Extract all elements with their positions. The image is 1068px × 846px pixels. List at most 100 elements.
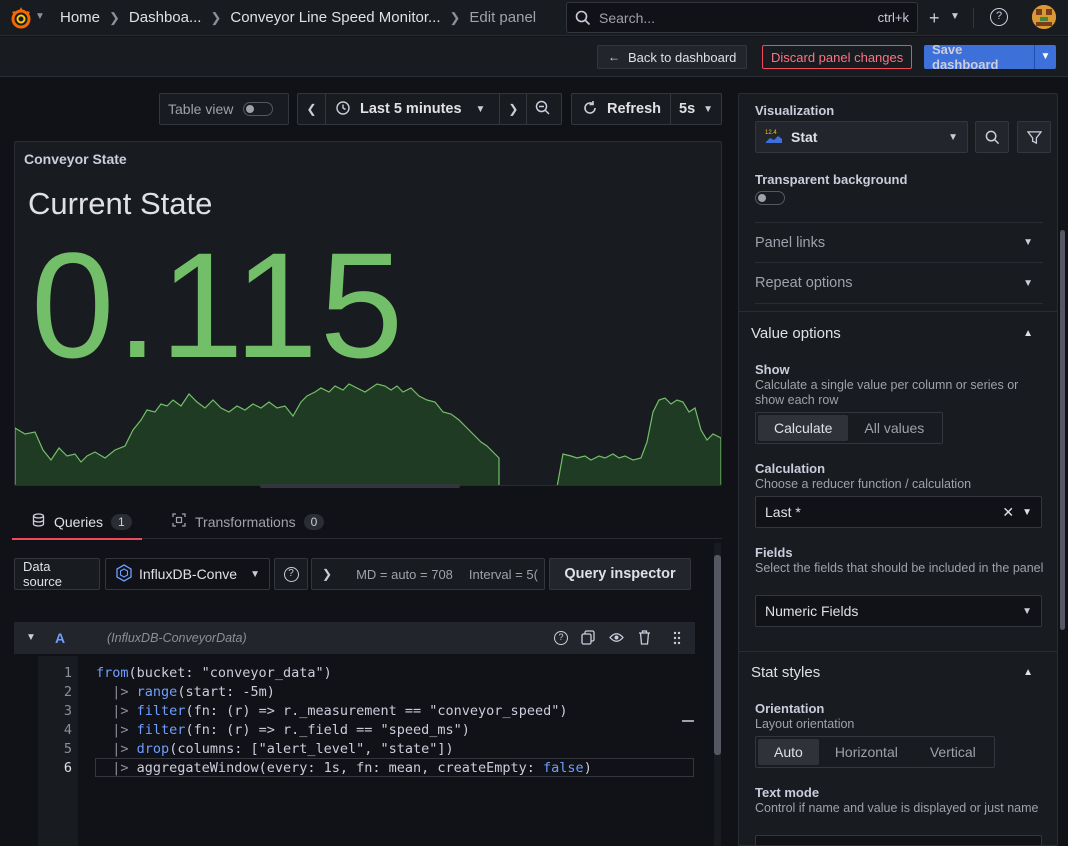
options-scrollbar[interactable]	[1059, 168, 1066, 846]
visualization-label: Visualization	[755, 103, 835, 118]
search-options-button[interactable]	[975, 121, 1009, 153]
datasource-help-button[interactable]: ?	[274, 558, 308, 590]
chevron-down-icon[interactable]: ▼	[703, 104, 713, 115]
chevron-up-icon: ▲	[1023, 667, 1033, 678]
query-tabs: Queries 1 Transformations 0	[12, 505, 722, 540]
chevron-down-icon: ▼	[1023, 237, 1033, 248]
toggle-switch[interactable]	[243, 102, 274, 116]
repeat-options-label: Repeat options	[755, 275, 853, 291]
copy-icon[interactable]	[581, 630, 595, 648]
avatar[interactable]	[1032, 5, 1056, 29]
eye-icon[interactable]	[609, 631, 624, 647]
fields-description: Select the fields that should be include…	[755, 561, 1044, 575]
chevron-right-icon[interactable]: ❯	[499, 94, 528, 124]
chevron-left-icon[interactable]: ❮	[298, 94, 326, 124]
tab-transformations[interactable]: Transformations 0	[172, 513, 325, 530]
queries-scrollbar[interactable]	[714, 543, 721, 846]
show-description: Calculate a single value per column or s…	[755, 378, 1019, 407]
show-label: Show	[755, 362, 790, 377]
clear-icon[interactable]: ✕	[1002, 504, 1014, 521]
tab-queries[interactable]: Queries 1	[12, 513, 142, 540]
stat-styles-label: Stat styles	[751, 664, 821, 681]
discard-button-label: Discard panel changes	[771, 49, 904, 65]
code-editor[interactable]: 1 2 3 4 5 6 from(bucket: "conveyor_data"…	[14, 656, 695, 846]
stat-styles-header[interactable]: Stat styles ▲	[751, 664, 1043, 681]
panel-links-label: Panel links	[755, 234, 826, 251]
value-options-label: Value options	[751, 325, 841, 342]
show-option-calculate[interactable]: Calculate	[758, 415, 849, 441]
calculation-description: Choose a reducer function / calculation	[755, 477, 972, 491]
breadcrumb-home[interactable]: Home	[60, 9, 100, 26]
refresh-button[interactable]: Refresh	[607, 101, 661, 117]
fields-value: Numeric Fields	[765, 603, 859, 619]
text-mode-select[interactable]	[755, 835, 1042, 845]
filter-icon	[1026, 130, 1042, 144]
fields-label: Fields	[755, 545, 793, 560]
table-view-label: Table view	[168, 101, 234, 117]
datasource-label-box: Data source	[14, 558, 100, 590]
scrollbar-thumb[interactable]	[1060, 230, 1065, 630]
chevron-down-icon: ▼	[1022, 506, 1032, 518]
zoom-out-icon[interactable]	[527, 100, 559, 119]
query-ref-id[interactable]: A	[55, 630, 65, 646]
transparent-background-toggle[interactable]	[755, 191, 785, 205]
search-input[interactable]: Search... ctrl+k	[566, 2, 918, 33]
query-inspector-button[interactable]: Query inspector	[549, 558, 691, 590]
save-dashboard-button[interactable]: Save dashboard ▼	[924, 42, 1056, 72]
panel-title: Conveyor State	[24, 151, 127, 167]
query-options-bar[interactable]: ❯ MD = auto = 708 Interval = 5(	[311, 558, 545, 590]
chevron-down-icon[interactable]: ▼	[35, 11, 45, 22]
orientation-description: Layout orientation	[755, 717, 855, 731]
trash-icon[interactable]	[638, 630, 651, 648]
visualization-picker[interactable]: 12.4 Stat ▼	[755, 121, 968, 153]
help-icon[interactable]: ?	[554, 631, 568, 645]
search-icon	[575, 10, 591, 25]
grafana-logo-icon[interactable]	[8, 5, 34, 31]
breadcrumb: Home ❯ Dashboa... ❯ Conveyor Line Speed …	[60, 9, 536, 26]
search-icon	[985, 130, 999, 144]
discard-panel-changes-button[interactable]: Discard panel changes	[762, 45, 913, 69]
table-view-toggle[interactable]: Table view	[159, 93, 289, 125]
help-icon: ?	[283, 566, 299, 582]
panel-links-section[interactable]: Panel links ▼	[755, 222, 1043, 263]
help-icon[interactable]: ?	[990, 8, 1008, 26]
chevron-up-icon: ▲	[1023, 328, 1033, 339]
breadcrumb-dashboard[interactable]: Conveyor Line Speed Monitor...	[230, 9, 440, 26]
orientation-option-vertical[interactable]: Vertical	[914, 739, 992, 765]
divider	[973, 8, 974, 28]
time-range-label[interactable]: Last 5 minutes	[360, 101, 462, 117]
divider	[670, 94, 671, 124]
refresh-interval-select[interactable]: 5s	[679, 101, 695, 117]
repeat-options-section[interactable]: Repeat options ▼	[755, 263, 1043, 304]
chevron-down-icon[interactable]: ▼	[476, 104, 486, 115]
drag-handle-icon[interactable]	[673, 631, 681, 648]
stat-value: 0.115	[31, 221, 406, 389]
chevron-down-icon[interactable]: ▼	[26, 632, 36, 643]
datasource-picker[interactable]: InfluxDB-Conve ▼	[105, 558, 270, 590]
filter-options-button[interactable]	[1017, 121, 1051, 153]
breadcrumb-dashboards[interactable]: Dashboa...	[129, 9, 202, 26]
fields-select[interactable]: Numeric Fields ▼	[755, 595, 1042, 627]
chevron-down-icon: ▼	[1022, 605, 1032, 617]
scrollbar-thumb[interactable]	[714, 555, 721, 755]
orientation-option-auto[interactable]: Auto	[758, 739, 819, 765]
back-to-dashboard-button[interactable]: ← Back to dashboard	[597, 45, 748, 69]
panel-resize-handle[interactable]	[260, 484, 460, 488]
query-datasource-hint: (InfluxDB-ConveyorData)	[107, 631, 247, 645]
refresh-picker: Refresh 5s ▼	[571, 93, 722, 125]
orientation-option-horizontal[interactable]: Horizontal	[819, 739, 914, 765]
query-editor-row-a: ▼ A (InfluxDB-ConveyorData) ? 1 2 3 4 5 …	[14, 622, 695, 846]
query-row-header: ▼ A (InfluxDB-ConveyorData) ?	[14, 622, 695, 654]
chevron-down-icon[interactable]: ▼	[950, 11, 960, 22]
chevron-down-icon[interactable]: ▼	[1034, 45, 1056, 69]
flux-query-code[interactable]: from(bucket: "conveyor_data") |> range(s…	[96, 664, 592, 778]
search-shortcut: ctrl+k	[877, 10, 909, 25]
text-mode-label: Text mode	[755, 785, 820, 800]
top-navbar: ▼ Home ❯ Dashboa... ❯ Conveyor Line Spee…	[0, 0, 1068, 36]
value-options-header[interactable]: Value options ▲	[751, 325, 1043, 342]
show-option-all-values[interactable]: All values	[848, 415, 940, 441]
chevron-right-icon: ❯	[210, 9, 222, 25]
transparent-background-label: Transparent background	[755, 172, 908, 187]
plus-icon[interactable]: +	[929, 8, 940, 29]
calculation-select[interactable]: Last * ✕ ▼	[755, 496, 1042, 528]
